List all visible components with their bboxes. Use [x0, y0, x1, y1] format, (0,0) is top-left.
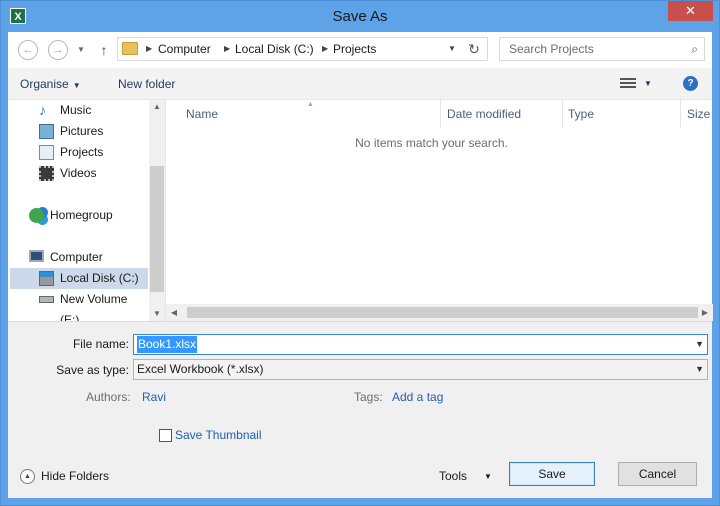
nav-item-new-volume[interactable]: New Volume (E:) [8, 289, 148, 321]
breadcrumb-computer[interactable]: Computer [158, 38, 211, 60]
organise-button[interactable]: Organise ▼ [20, 68, 81, 100]
nav-item-label: New Volume (E:) [60, 292, 128, 321]
chevron-down-icon[interactable]: ▼ [695, 335, 704, 354]
music-icon: ♪ [39, 102, 46, 118]
sort-ascending-icon: ▲ [307, 101, 314, 108]
breadcrumb-local-disk[interactable]: Local Disk (C:) [235, 38, 314, 60]
search-box[interactable]: Search Projects ⌕ [499, 37, 705, 61]
breadcrumb-separator-icon: ▶ [224, 44, 231, 53]
nav-item-label: Homegroup [50, 208, 113, 222]
breadcrumb-projects[interactable]: Projects [333, 38, 376, 60]
folder-icon [122, 42, 138, 55]
organise-label: Organise [20, 77, 69, 91]
empty-message: No items match your search. [355, 136, 508, 150]
breadcrumb-separator-icon: ▶ [322, 44, 329, 53]
column-header-name[interactable]: Name [186, 100, 218, 128]
local-disk-icon [39, 271, 54, 286]
save-thumbnail-label[interactable]: Save Thumbnail [175, 428, 262, 442]
horizontal-scrollbar[interactable]: ◀ ▶ [166, 304, 713, 321]
computer-icon [29, 250, 44, 262]
column-header-date-modified[interactable]: Date modified [447, 100, 521, 128]
nav-item-videos[interactable]: Videos [8, 163, 148, 184]
nav-item-computer[interactable]: Computer [8, 247, 148, 268]
nav-item-label: Projects [60, 145, 104, 159]
folder-icon [39, 145, 54, 160]
scroll-left-icon[interactable]: ◀ [166, 304, 182, 321]
save-as-type-label: Save as type: [56, 363, 129, 377]
view-options-icon[interactable] [620, 78, 636, 90]
save-form: File name: Book1.xlsx ▼ Save as type: Ex… [8, 321, 712, 498]
breadcrumb-separator-icon: ▶ [146, 44, 153, 53]
search-icon[interactable]: ⌕ [691, 38, 698, 60]
nav-item-label: Computer [50, 250, 103, 264]
column-divider[interactable] [562, 100, 563, 128]
help-icon[interactable]: ? [683, 76, 698, 91]
homegroup-icon [29, 208, 44, 223]
cancel-button[interactable]: Cancel [618, 462, 697, 486]
chevron-down-icon[interactable]: ▼ [695, 360, 704, 379]
file-list[interactable]: ▲ Name Date modified Type Size No items … [165, 100, 713, 321]
view-dropdown-icon[interactable]: ▼ [644, 68, 652, 100]
add-tag-link[interactable]: Add a tag [392, 390, 443, 404]
scroll-up-icon[interactable]: ▲ [149, 100, 165, 114]
address-row: ← → ▼ ↑ ▶ Computer ▶ Local Disk (C:) ▶ P… [8, 32, 712, 68]
tools-button[interactable]: Tools [439, 468, 467, 485]
nav-scrollbar[interactable]: ▲ ▼ [149, 100, 165, 321]
chevron-down-icon[interactable]: ▼ [484, 468, 492, 485]
dialog-title: Save As [332, 8, 388, 25]
save-as-type-value: Excel Workbook (*.xlsx) [137, 362, 264, 376]
recent-locations-chevron-icon[interactable]: ▼ [75, 40, 87, 60]
nav-item-label: Music [60, 103, 92, 117]
column-divider[interactable] [440, 100, 441, 128]
authors-label: Authors: [86, 390, 131, 404]
file-name-input[interactable]: Book1.xlsx [137, 336, 198, 353]
videos-icon [39, 166, 54, 181]
nav-item-local-disk[interactable]: Local Disk (C:) [10, 268, 148, 289]
address-bar[interactable]: ▶ Computer ▶ Local Disk (C:) ▶ Projects … [117, 37, 488, 61]
forward-button[interactable]: → [48, 40, 68, 60]
dialog-body: ← → ▼ ↑ ▶ Computer ▶ Local Disk (C:) ▶ P… [8, 32, 713, 498]
column-header-type[interactable]: Type [568, 100, 594, 128]
back-button[interactable]: ← [18, 40, 38, 60]
column-divider[interactable] [680, 100, 681, 128]
nav-item-music[interactable]: ♪ Music [8, 100, 148, 121]
nav-item-label: Pictures [60, 124, 104, 138]
nav-item-label: Videos [60, 166, 97, 180]
title-bar[interactable]: X Save As ✕ [1, 1, 719, 32]
nav-item-label: Local Disk (C:) [60, 271, 139, 285]
authors-value[interactable]: Ravi [142, 390, 166, 404]
save-button[interactable]: Save [509, 462, 595, 486]
nav-scroll-thumb[interactable] [150, 166, 164, 292]
column-header-size[interactable]: Size [687, 100, 710, 128]
command-bar: Organise ▼ New folder ▼ ? [8, 68, 712, 100]
nav-item-homegroup[interactable]: Homegroup [8, 205, 148, 226]
hide-folders-label: Hide Folders [41, 469, 110, 483]
save-thumbnail-checkbox[interactable] [159, 429, 172, 442]
address-dropdown-icon[interactable]: ▼ [448, 38, 456, 60]
navigation-pane[interactable]: ♪ Music Pictures Projects Videos Homegro… [8, 100, 165, 321]
scroll-down-icon[interactable]: ▼ [149, 307, 165, 321]
file-name-label: File name: [72, 337, 129, 351]
refresh-icon[interactable]: ↻ [464, 38, 484, 60]
nav-item-pictures[interactable]: Pictures [8, 121, 148, 142]
close-button[interactable]: ✕ [668, 1, 713, 21]
save-as-dialog: X Save As ✕ ← → ▼ ↑ ▶ Computer ▶ Local D… [0, 0, 720, 506]
chevron-down-icon: ▼ [72, 81, 81, 90]
tags-label: Tags: [354, 390, 383, 404]
save-as-type-select[interactable]: Excel Workbook (*.xlsx) ▼ [133, 359, 708, 380]
nav-item-projects[interactable]: Projects [8, 142, 148, 163]
file-name-field[interactable]: Book1.xlsx ▼ [133, 334, 708, 355]
search-input[interactable]: Search Projects [509, 38, 594, 60]
scroll-right-icon[interactable]: ▶ [697, 304, 713, 321]
horizontal-scroll-thumb[interactable] [187, 307, 698, 318]
chevron-up-icon: ▲ [20, 469, 35, 484]
new-folder-button[interactable]: New folder [118, 68, 175, 100]
up-arrow-icon[interactable]: ↑ [96, 40, 112, 60]
drive-icon [39, 296, 54, 303]
pictures-icon [39, 124, 54, 139]
